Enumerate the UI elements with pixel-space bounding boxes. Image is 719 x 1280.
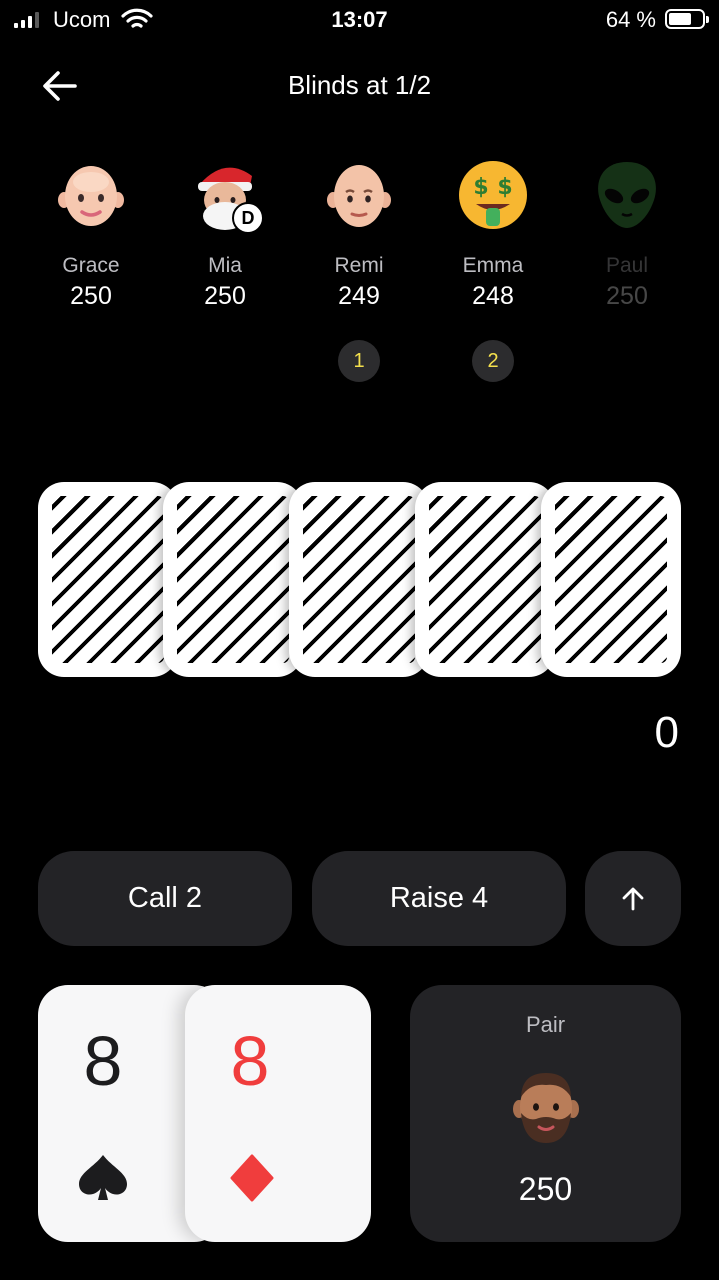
call-button[interactable]: Call 2 [38,851,292,946]
my-player-panel[interactable]: Pair 250 [410,985,681,1242]
player-stack: 250 [70,282,112,310]
player-seat[interactable]: Grace 250 [24,160,158,311]
money-mouth-emoji-avatar: $ $ [458,160,528,230]
pot-amount: 0 [654,708,679,757]
spade-icon [79,1155,127,1200]
player-stack: 250 [606,282,648,310]
dealer-button: D [232,202,264,234]
expand-actions-button[interactable] [585,851,681,946]
player-stack: 249 [338,282,380,310]
hole-card[interactable]: 8 [185,985,371,1242]
bald-man-memoji-avatar [324,160,394,230]
card-rank: 8 [230,1022,270,1100]
player-seat[interactable]: D Mia 250 [158,160,292,311]
hand-name: Pair [525,1012,566,1037]
santa-memoji-avatar: D [190,160,264,234]
face-down-card [541,482,681,677]
face-down-card [38,482,178,677]
player-seat[interactable]: $ $ Emma 248 [426,160,560,311]
player-stack: 250 [204,282,246,310]
player-name: Remi [334,254,384,277]
player-name: Grace [62,254,120,277]
player-name: Emma [462,254,524,277]
small-blind-chip: 1 [338,340,380,382]
bearded-man-memoji-avatar [512,1069,580,1145]
player-stack: 248 [472,282,514,310]
arrow-up-icon [622,887,644,910]
player-name: Mia [208,254,242,277]
bald-woman-memoji-avatar [56,160,126,230]
community-cards [38,482,681,677]
face-down-card [163,482,303,677]
players-row: Grace 250 D Mia 250 Remi 249 $ $ Emma 24… [0,160,719,390]
player-seat[interactable]: Paul 250 [560,160,694,311]
page-title: Blinds at 1/2 [287,70,432,100]
status-bar: Ucom 13:07 64 % [0,0,719,40]
player-name: Paul [605,254,649,277]
player-seat[interactable]: Remi 249 [292,160,426,311]
battery-icon [665,9,709,29]
battery-percentage: 64 % [605,7,656,32]
face-down-card [415,482,555,677]
card-rank: 8 [83,1022,123,1100]
my-stack: 250 [518,1171,573,1207]
big-blind-chip: 2 [472,340,514,382]
diamond-icon [230,1154,274,1202]
face-down-card [289,482,429,677]
svg-text:$: $ [497,175,512,200]
svg-text:$: $ [473,175,488,200]
raise-button[interactable]: Raise 4 [312,851,566,946]
alien-emoji-avatar [592,160,662,230]
